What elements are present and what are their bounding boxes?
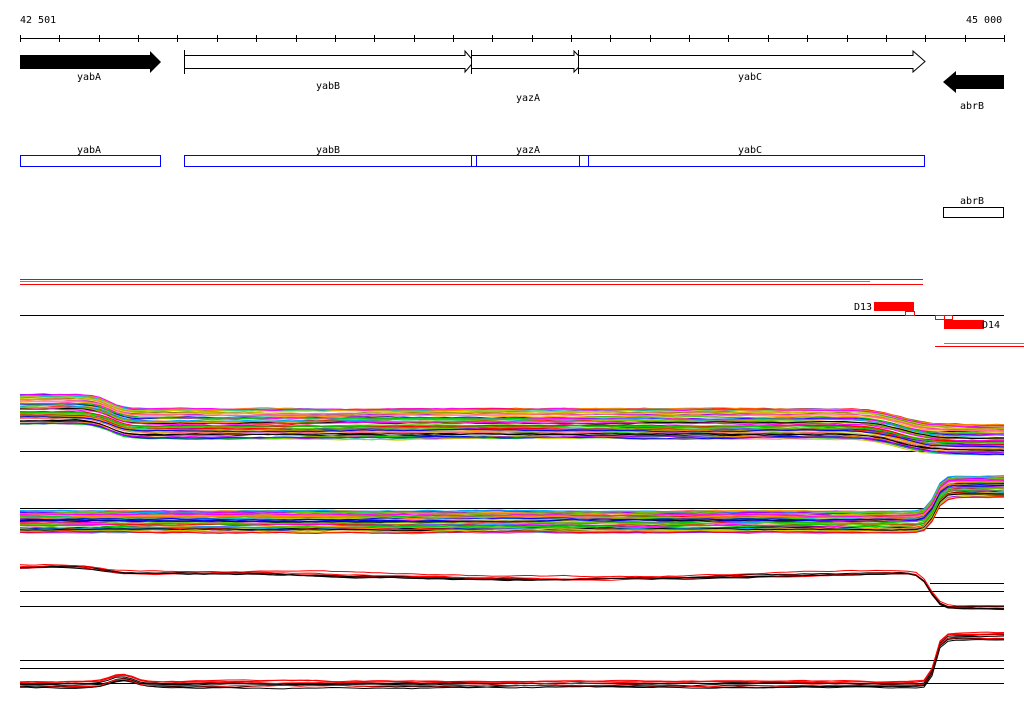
expression-trace: [19, 478, 1005, 515]
annotation-box-abrB[interactable]: [943, 207, 1004, 218]
annotation-track: yabA yabB yazA yabC abrB: [20, 145, 1004, 218]
gene-arrow-yabB[interactable]: [184, 49, 475, 74]
expression-traces: [19, 393, 1005, 690]
expression-trace: [19, 631, 1005, 684]
gene-track: yabA yabB yazA yabC abrB: [20, 49, 1004, 112]
gene-label-yabA: yabA: [77, 72, 101, 83]
annotation-box-overlap: [471, 155, 477, 167]
feature-d14[interactable]: [944, 320, 984, 329]
gene-arrow-yabC[interactable]: [578, 49, 926, 74]
box-label-yabA: yabA: [77, 145, 101, 156]
feature-label-d13: D13: [854, 302, 872, 313]
feature-d14-marker: [935, 315, 945, 320]
annotation-box-yabB[interactable]: [184, 155, 472, 167]
expression-trace: [19, 475, 1005, 514]
annotation-box-yabC[interactable]: [588, 155, 925, 167]
gene-label-yazA: yazA: [516, 93, 540, 104]
box-label-yazA: yazA: [516, 145, 540, 156]
expression-trace: [19, 475, 1005, 514]
expression-trace: [19, 478, 1005, 516]
ruler-start-label: 42 501: [20, 15, 56, 26]
feature-track: D13 D14: [20, 279, 1024, 347]
expression-trace: [19, 633, 1005, 686]
expression-trace: [19, 476, 1004, 514]
expression-trace: [19, 476, 1005, 516]
annotation-box-yazA[interactable]: [476, 155, 580, 167]
position-ruler: [20, 35, 1005, 42]
gene-label-yabB: yabB: [316, 81, 340, 92]
annotation-box-yabA[interactable]: [20, 155, 161, 167]
gene-label-abrB: abrB: [960, 101, 984, 112]
ruler-end-label: 45 000: [966, 15, 1002, 26]
gene-arrow-yabA[interactable]: [20, 51, 161, 73]
expression-trace: [19, 635, 1005, 688]
feature-label-d14: D14: [982, 320, 1000, 331]
box-label-yabB: yabB: [316, 145, 340, 156]
gene-arrow-yazA[interactable]: [471, 49, 585, 74]
box-label-abrB: abrB: [960, 196, 984, 207]
feature-d14-marker: [944, 315, 953, 320]
expression-trace: [19, 633, 1005, 685]
gene-label-yabC: yabC: [738, 72, 762, 83]
expression-trace: [19, 637, 1005, 688]
gene-arrow-abrB[interactable]: [943, 71, 1004, 93]
genome-browser-canvas: 42 501 45 000 yabA yabB yazA yabC abrB y…: [19, 15, 1024, 690]
expression-trace: [19, 632, 1005, 683]
box-label-yabC: yabC: [738, 145, 762, 156]
feature-d13-marker: [905, 311, 915, 316]
annotation-box-overlap: [579, 155, 589, 167]
expression-trace: [19, 563, 1005, 607]
feature-d13[interactable]: [874, 302, 914, 311]
